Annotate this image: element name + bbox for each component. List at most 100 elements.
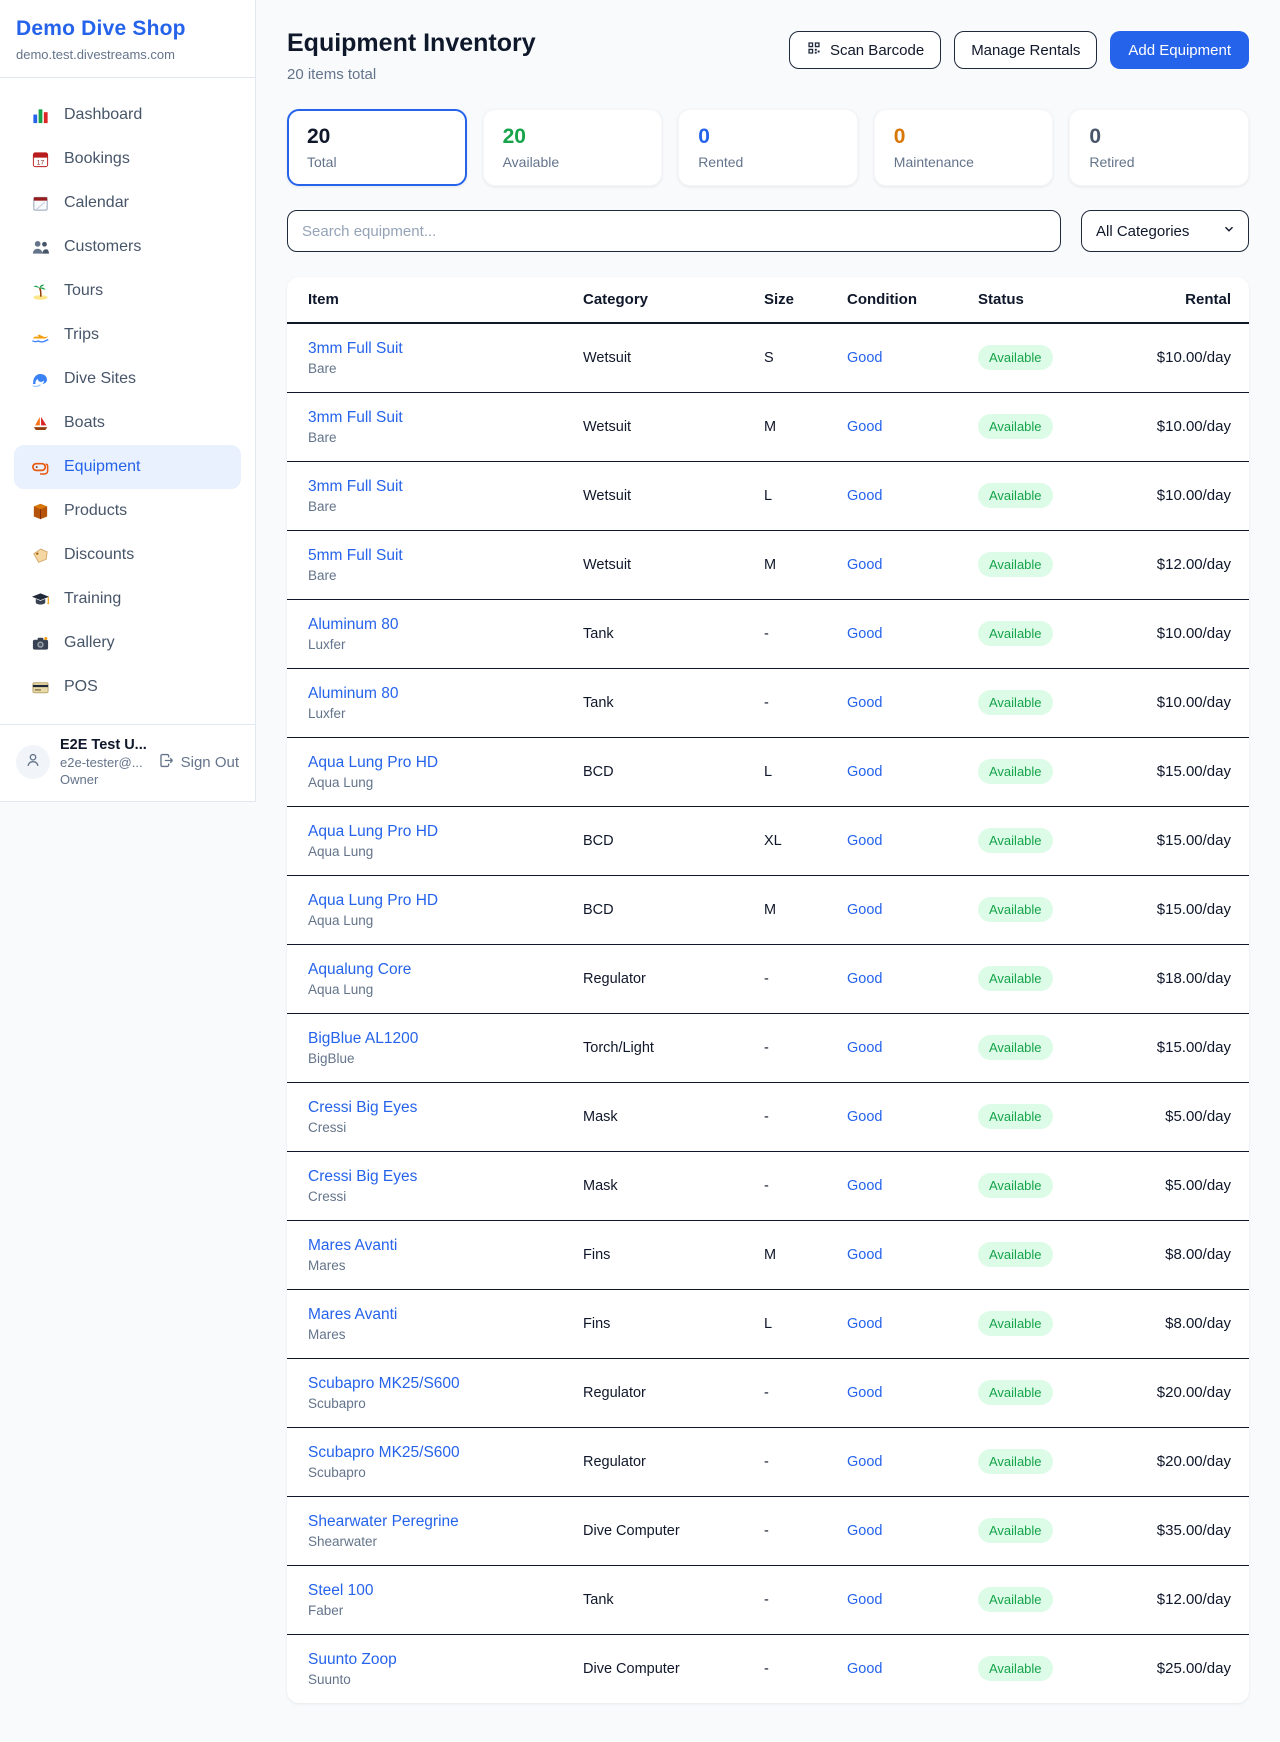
- category-cell: Regulator: [583, 1427, 764, 1496]
- item-name-link[interactable]: 3mm Full Suit: [308, 409, 583, 427]
- item-brand: Luxfer: [308, 706, 583, 721]
- item-name-link[interactable]: Aqualung Core: [308, 961, 583, 979]
- search-input[interactable]: [287, 210, 1061, 252]
- item-cell: Cressi Big Eyes Cressi: [287, 1082, 583, 1151]
- category-select-value: All Categories: [1096, 223, 1189, 240]
- condition-link[interactable]: Good: [847, 1523, 882, 1539]
- condition-link[interactable]: Good: [847, 350, 882, 366]
- item-brand: Bare: [308, 499, 583, 514]
- item-name-link[interactable]: Aluminum 80: [308, 685, 583, 703]
- stat-card-rented[interactable]: 0 Rented: [678, 109, 858, 186]
- status-badge: Available: [978, 414, 1053, 439]
- sidebar-item-training[interactable]: Training: [14, 577, 241, 621]
- sidebar-item-pos[interactable]: POS: [14, 665, 241, 709]
- stat-card-available[interactable]: 20 Available: [483, 109, 663, 186]
- manage-rentals-button[interactable]: Manage Rentals: [954, 31, 1097, 69]
- condition-link[interactable]: Good: [847, 1109, 882, 1125]
- sidebar-item-dashboard[interactable]: Dashboard: [14, 93, 241, 137]
- item-name-link[interactable]: Aluminum 80: [308, 616, 583, 634]
- item-brand: Luxfer: [308, 637, 583, 652]
- item-name-link[interactable]: Cressi Big Eyes: [308, 1099, 583, 1117]
- condition-cell: Good: [847, 737, 978, 806]
- item-name-link[interactable]: Aqua Lung Pro HD: [308, 892, 583, 910]
- item-cell: Scubapro MK25/S600 Scubapro: [287, 1358, 583, 1427]
- sidebar-item-label: Boats: [64, 414, 105, 432]
- condition-link[interactable]: Good: [847, 557, 882, 573]
- sidebar-item-bookings[interactable]: 17 Bookings: [14, 137, 241, 181]
- item-name-link[interactable]: 3mm Full Suit: [308, 340, 583, 358]
- condition-link[interactable]: Good: [847, 488, 882, 504]
- sidebar-item-customers[interactable]: Customers: [14, 225, 241, 269]
- item-name-link[interactable]: Steel 100: [308, 1582, 583, 1600]
- category-cell: Dive Computer: [583, 1496, 764, 1565]
- sidebar-item-calendar[interactable]: Calendar: [14, 181, 241, 225]
- add-equipment-button[interactable]: Add Equipment: [1110, 31, 1249, 69]
- category-select[interactable]: All Categories: [1081, 210, 1249, 252]
- item-name-link[interactable]: Suunto Zoop: [308, 1651, 583, 1669]
- item-name-link[interactable]: 5mm Full Suit: [308, 547, 583, 565]
- nav-icon: 17: [30, 149, 50, 169]
- sidebar-item-label: Tours: [64, 282, 103, 300]
- sidebar-item-boats[interactable]: Boats: [14, 401, 241, 445]
- rental-cell: $15.00/day: [1130, 1013, 1249, 1082]
- condition-link[interactable]: Good: [847, 1247, 882, 1263]
- stat-card-retired[interactable]: 0 Retired: [1069, 109, 1249, 186]
- sidebar-item-dive-sites[interactable]: Dive Sites: [14, 357, 241, 401]
- item-name-link[interactable]: Aqua Lung Pro HD: [308, 754, 583, 772]
- sign-out-button[interactable]: Sign Out: [158, 752, 239, 773]
- condition-link[interactable]: Good: [847, 419, 882, 435]
- sidebar-item-gallery[interactable]: Gallery: [14, 621, 241, 665]
- sidebar-item-trips[interactable]: Trips: [14, 313, 241, 357]
- condition-link[interactable]: Good: [847, 1178, 882, 1194]
- manage-rentals-label: Manage Rentals: [971, 42, 1080, 59]
- sign-out-label: Sign Out: [181, 754, 239, 771]
- sidebar-item-label: Dashboard: [64, 106, 142, 124]
- sidebar-item-equipment[interactable]: Equipment: [14, 445, 241, 489]
- brand-link[interactable]: Demo Dive Shop: [16, 17, 239, 41]
- condition-link[interactable]: Good: [847, 695, 882, 711]
- condition-link[interactable]: Good: [847, 626, 882, 642]
- condition-link[interactable]: Good: [847, 902, 882, 918]
- stat-card-maintenance[interactable]: 0 Maintenance: [874, 109, 1054, 186]
- condition-link[interactable]: Good: [847, 1592, 882, 1608]
- rental-cell: $35.00/day: [1130, 1496, 1249, 1565]
- condition-link[interactable]: Good: [847, 1040, 882, 1056]
- status-cell: Available: [978, 1151, 1130, 1220]
- item-name-link[interactable]: Scubapro MK25/S600: [308, 1375, 583, 1393]
- item-name-link[interactable]: Aqua Lung Pro HD: [308, 823, 583, 841]
- condition-cell: Good: [847, 1082, 978, 1151]
- table-row: Scubapro MK25/S600 Scubapro Regulator - …: [287, 1427, 1249, 1496]
- item-name-link[interactable]: BigBlue AL1200: [308, 1030, 583, 1048]
- category-cell: Tank: [583, 1565, 764, 1634]
- sidebar-item-label: Products: [64, 502, 127, 520]
- status-cell: Available: [978, 806, 1130, 875]
- scan-barcode-button[interactable]: Scan Barcode: [789, 31, 941, 69]
- item-name-link[interactable]: Mares Avanti: [308, 1237, 583, 1255]
- sidebar-item-tours[interactable]: Tours: [14, 269, 241, 313]
- item-brand: Aqua Lung: [308, 982, 583, 997]
- condition-link[interactable]: Good: [847, 1454, 882, 1470]
- condition-link[interactable]: Good: [847, 833, 882, 849]
- sidebar-item-products[interactable]: Products: [14, 489, 241, 533]
- condition-link[interactable]: Good: [847, 1661, 882, 1677]
- category-cell: Dive Computer: [583, 1634, 764, 1703]
- condition-link[interactable]: Good: [847, 764, 882, 780]
- stat-label: Available: [503, 154, 643, 170]
- sidebar-item-label: Customers: [64, 238, 141, 256]
- rental-cell: $8.00/day: [1130, 1220, 1249, 1289]
- item-name-link[interactable]: Scubapro MK25/S600: [308, 1444, 583, 1462]
- condition-cell: Good: [847, 1289, 978, 1358]
- condition-link[interactable]: Good: [847, 1316, 882, 1332]
- item-name-link[interactable]: Shearwater Peregrine: [308, 1513, 583, 1531]
- stat-card-total[interactable]: 20 Total: [287, 109, 467, 186]
- category-cell: Wetsuit: [583, 530, 764, 599]
- item-name-link[interactable]: Mares Avanti: [308, 1306, 583, 1324]
- item-name-link[interactable]: Cressi Big Eyes: [308, 1168, 583, 1186]
- category-cell: BCD: [583, 737, 764, 806]
- condition-link[interactable]: Good: [847, 1385, 882, 1401]
- status-cell: Available: [978, 1220, 1130, 1289]
- rental-cell: $10.00/day: [1130, 392, 1249, 461]
- condition-link[interactable]: Good: [847, 971, 882, 987]
- item-name-link[interactable]: 3mm Full Suit: [308, 478, 583, 496]
- sidebar-item-discounts[interactable]: Discounts: [14, 533, 241, 577]
